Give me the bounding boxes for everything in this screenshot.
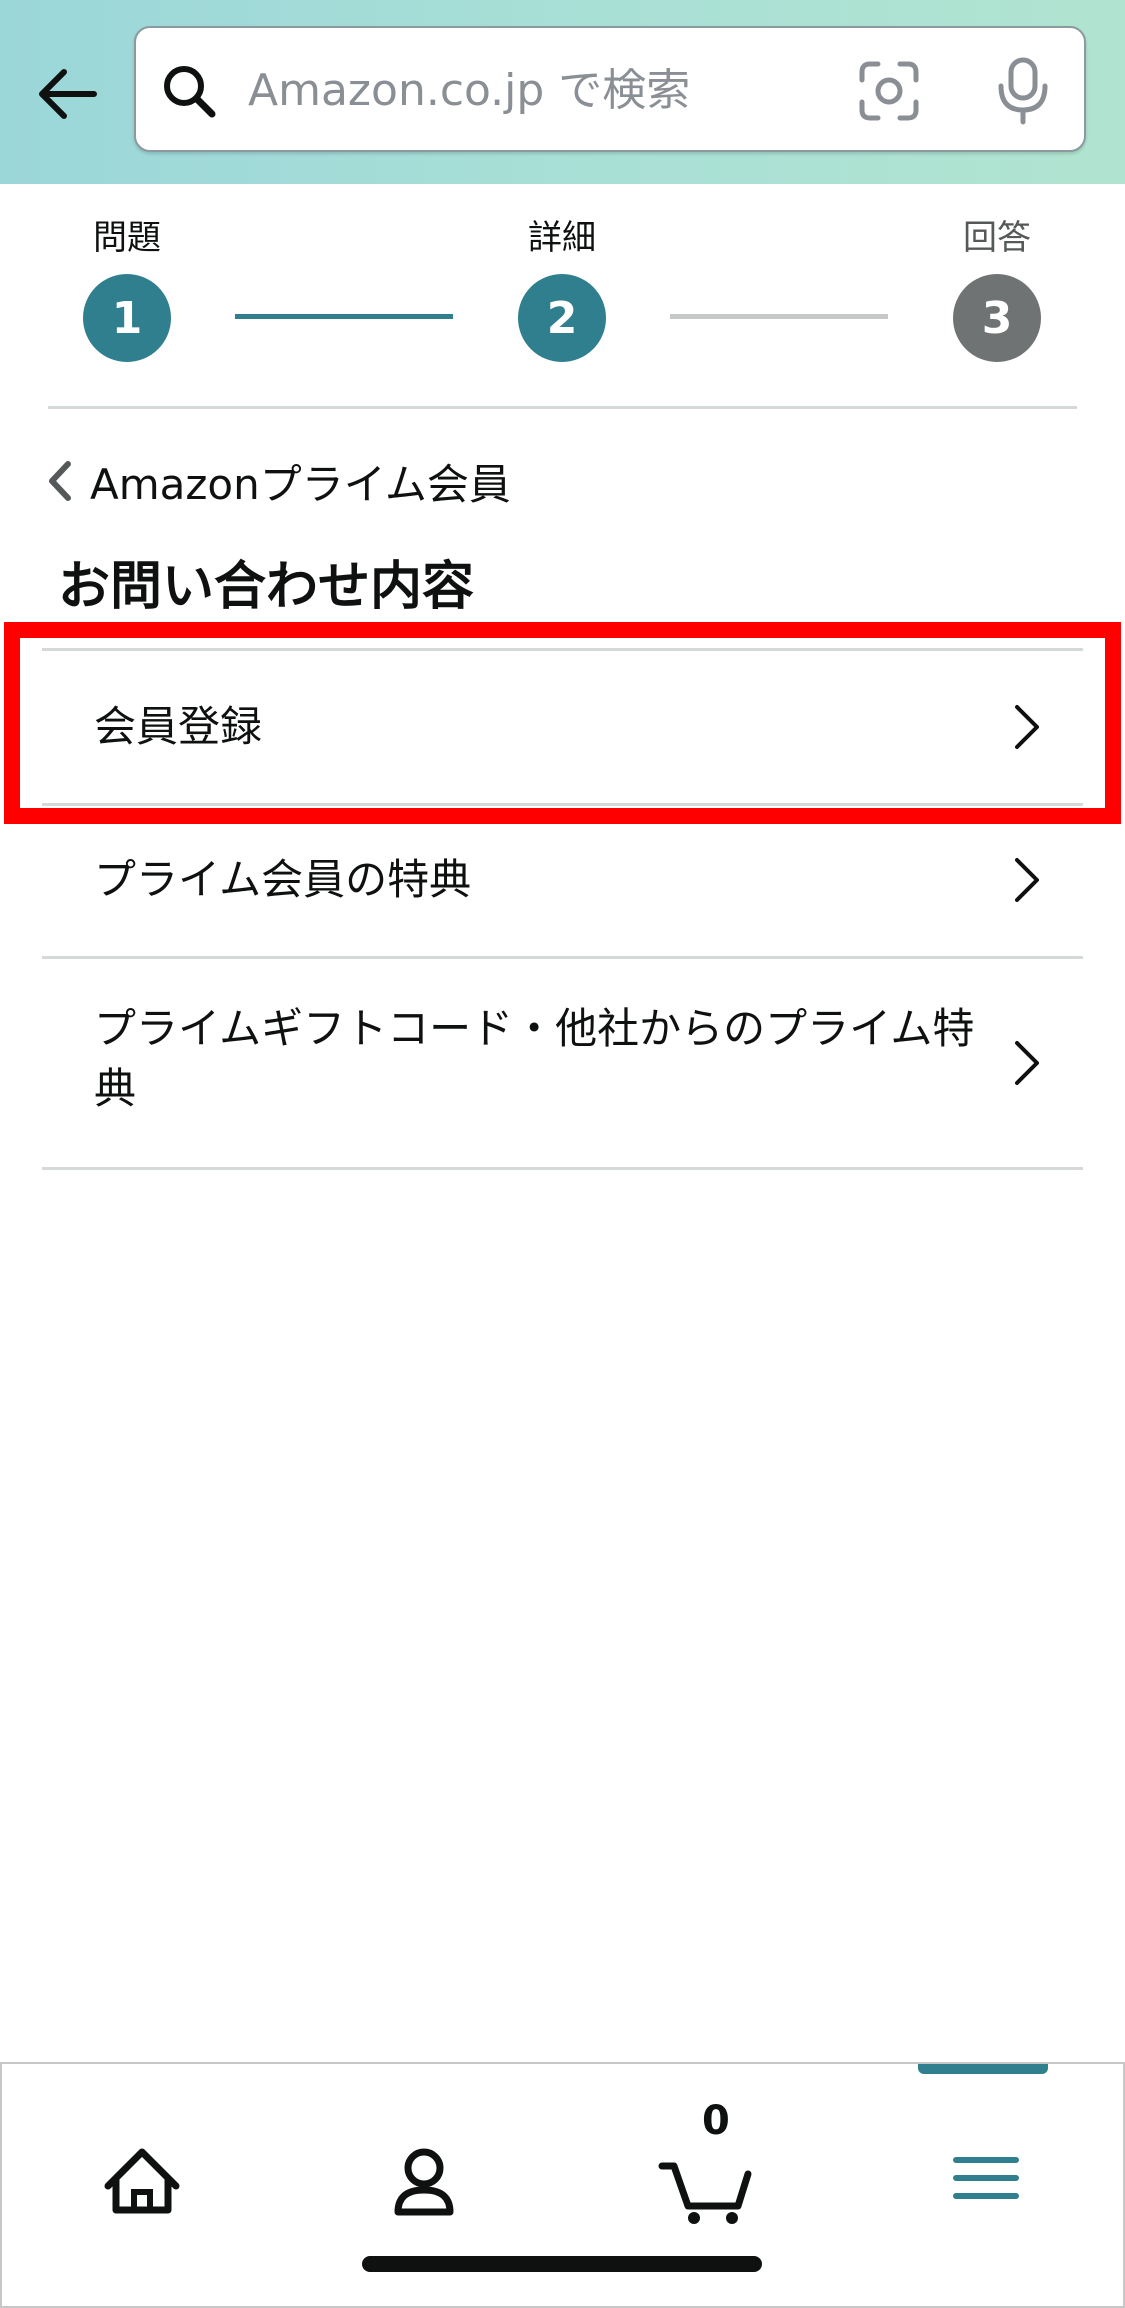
microphone-icon[interactable] (994, 56, 1052, 126)
cart-count: 0 (702, 2098, 730, 2144)
search-input[interactable]: Amazon.co.jp で検索 (134, 26, 1086, 152)
option-prime-benefits[interactable]: プライム会員の特典 (42, 803, 1083, 956)
step-3-label: 回答 (963, 218, 1031, 258)
option-prime-gift-code[interactable]: プライムギフトコード・他社からのプライム特典 (42, 956, 1083, 1167)
page-title: お問い合わせ内容 (58, 557, 475, 617)
step-1-label: 問題 (93, 218, 161, 258)
search-icon (164, 66, 216, 118)
option-label: プライムギフトコード・他社からのプライム特典 (94, 1004, 975, 1113)
step-connector-1 (235, 314, 453, 319)
menu-icon[interactable] (926, 2104, 1046, 2224)
breadcrumb-back-link[interactable]: Amazonプライム会員 (42, 452, 511, 510)
back-arrow-icon[interactable] (30, 58, 102, 130)
breadcrumb-label: Amazonプライム会員 (90, 459, 511, 509)
cart-button[interactable]: 0 (646, 2098, 766, 2224)
step-1-circle: 1 (83, 274, 171, 362)
option-membership-registration[interactable]: 会員登録 (42, 648, 1083, 803)
chevron-right-icon (1015, 705, 1039, 749)
top-header: Amazon.co.jp で検索 (0, 0, 1125, 184)
account-icon[interactable] (364, 2104, 484, 2224)
option-label: 会員登録 (94, 702, 263, 751)
step-2-circle: 2 (518, 274, 606, 362)
active-tab-indicator (918, 2064, 1048, 2074)
option-label: プライム会員の特典 (94, 855, 472, 904)
home-indicator (362, 2256, 762, 2272)
chevron-left-icon (49, 461, 71, 501)
step-3-circle: 3 (953, 274, 1041, 362)
divider (42, 1167, 1083, 1170)
divider (48, 406, 1077, 409)
search-placeholder: Amazon.co.jp で検索 (248, 65, 691, 116)
home-icon[interactable] (82, 2104, 202, 2224)
chevron-right-icon (1015, 858, 1039, 902)
step-connector-2 (670, 314, 888, 319)
camera-scan-icon[interactable] (858, 60, 920, 122)
step-2-label: 詳細 (528, 218, 596, 258)
chevron-right-icon (1015, 1041, 1039, 1085)
